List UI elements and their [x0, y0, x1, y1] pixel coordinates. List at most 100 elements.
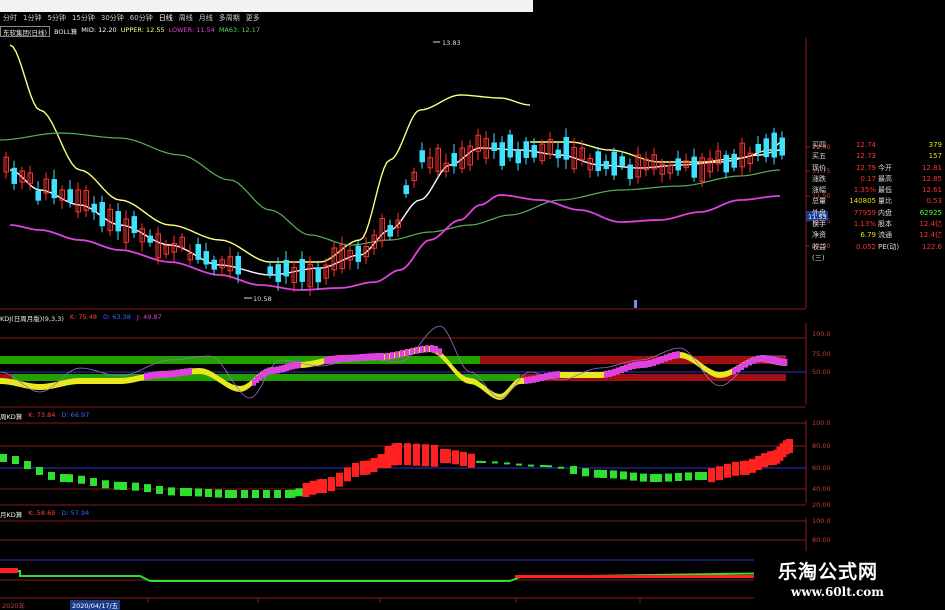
weekly-kd-bar	[468, 453, 475, 468]
quote-key: 买五	[812, 152, 826, 161]
quote-row: 总量 140805 量比 0.53	[809, 196, 945, 207]
weekly-kd-bar	[241, 490, 248, 498]
kdj-magenta-segment	[528, 376, 532, 384]
weekly-kd-bar	[620, 471, 627, 480]
weekly-kd-bar	[78, 475, 85, 484]
kdj-magenta-segment	[612, 368, 616, 376]
candle-body	[451, 153, 457, 167]
kdj-magenta-segment	[390, 352, 394, 360]
kdj-magenta-segment	[652, 358, 656, 366]
weekly-kd-bar	[132, 482, 139, 491]
weekly-kd-bar	[336, 472, 343, 487]
candle-body	[35, 190, 41, 201]
weekly-kd-bar	[195, 488, 202, 497]
quote-value: 12.74	[855, 141, 876, 149]
quote-key-2	[876, 140, 902, 151]
quote-panel: 买四 12.74 379 买五 12.73 157 现价 12.79 今开 12.81 涨跌 0.17…	[809, 140, 945, 262]
quote-value-2: 62925	[919, 208, 942, 217]
weekly-kd-bar	[90, 478, 97, 486]
volume-marker	[634, 300, 637, 308]
weekly-kd-bar	[102, 480, 109, 489]
weekly-kd-bar	[431, 444, 438, 467]
candle-body	[755, 144, 761, 153]
weekly-kd-bar	[700, 472, 707, 480]
kdj-magenta-segment	[438, 348, 442, 356]
quote-key: 外盘	[812, 208, 826, 217]
candle-body	[611, 151, 617, 176]
watermark-title: 乐淘公式网	[778, 561, 879, 583]
weekly-d-value: D: 66.97	[61, 411, 90, 419]
weekly-kd-bar	[344, 467, 351, 482]
quote-key-2: 最低	[878, 186, 892, 195]
kdj-magenta-segment	[536, 374, 540, 382]
kdj-magenta-segment	[644, 360, 648, 368]
weekly-kd-bar	[328, 477, 335, 492]
candle-body	[131, 216, 137, 234]
candle-body	[595, 151, 601, 172]
quote-row: 收益(三) 0.052 PE(动) 122.6	[809, 242, 945, 262]
weekly-kd-bar	[444, 449, 451, 464]
weekly-indicator-name[interactable]: 周KD算	[0, 411, 22, 421]
quote-row: 外盘 77959 内盘 62925	[809, 208, 945, 219]
weekly-kd-bar	[724, 463, 731, 478]
candle-body	[67, 189, 73, 203]
kdj-magenta-segment	[405, 349, 409, 356]
candle-body	[779, 137, 785, 156]
weekly-kd-bar	[404, 443, 411, 466]
weekly-kd-bar	[144, 484, 151, 493]
kdj-magenta-segment	[144, 373, 148, 381]
kdj-magenta-segment	[172, 370, 176, 378]
quote-row: 现价 12.79 今开 12.81	[809, 163, 945, 174]
weekly-tick-label: 80.00	[812, 442, 831, 450]
weekly-kd-bar	[274, 490, 281, 498]
weekly-kd-bar	[384, 446, 392, 469]
kdj-magenta-segment	[368, 353, 372, 361]
kdj-magenta-segment	[168, 370, 172, 378]
quote-row: 净资 6.79 流通 12.4亿	[809, 230, 945, 241]
kdj-magenta-segment	[156, 371, 160, 379]
weekly-kd-bar	[309, 480, 317, 495]
kdj-panel-label: KDJ(日周月版)(9,3,3) K: 75.48 D: 63.38 J: 49…	[0, 313, 168, 323]
weekly-kd-bar	[582, 468, 589, 477]
kdj-magenta-segment	[430, 345, 434, 352]
quote-key-2: 量比	[878, 197, 892, 206]
kdj-magenta-segment	[620, 366, 624, 373]
candle-body	[275, 264, 281, 282]
quote-value: 12.73	[855, 152, 876, 161]
candle-body	[267, 266, 273, 275]
kdj-magenta-segment	[188, 367, 192, 375]
chart-canvas[interactable]: 12.0011.7511.5011.2511.0011.53100.075.00…	[0, 0, 945, 609]
candle-body	[403, 185, 409, 195]
quote-key: 涨幅	[812, 186, 826, 195]
monthly-d-value: D: 57.94	[61, 509, 90, 517]
weekly-kd-bar	[732, 461, 739, 476]
monthly-kd-bar	[515, 575, 786, 578]
quote-value-2: 12.61	[921, 186, 942, 195]
weekly-tick-label: 40.00	[812, 485, 831, 493]
weekly-kd-bar	[594, 469, 601, 478]
kdj-magenta-segment	[668, 353, 672, 361]
candle-body	[195, 243, 201, 260]
candle-body	[315, 267, 321, 283]
kdj-magenta-segment	[184, 368, 188, 376]
quote-value-2: 379	[928, 141, 942, 149]
kdj-indicator-name[interactable]: KDJ(日周月版)(9,3,3)	[0, 313, 64, 323]
quote-value-2: 122.6	[921, 242, 942, 251]
kdj-magenta-segment	[616, 367, 620, 375]
kdj-j-value: J: 49.87	[136, 313, 162, 321]
candle-body	[99, 202, 105, 227]
kdj-magenta-segment	[425, 345, 429, 353]
quote-value-2: 12.4亿	[919, 220, 942, 229]
monthly-indicator-name[interactable]: 月KD算	[0, 509, 22, 519]
candle-body	[499, 142, 505, 166]
candle-body	[691, 156, 697, 178]
quote-value: 0.17	[860, 174, 876, 183]
kdj-magenta-segment	[648, 359, 652, 367]
quote-key-2: 最高	[878, 174, 892, 183]
kdj-magenta-segment	[328, 356, 332, 364]
weekly-kd-bar	[749, 458, 756, 473]
candle-body	[235, 255, 241, 275]
candle-body	[147, 235, 153, 243]
weekly-kd-bar	[610, 470, 617, 479]
kdj-magenta-segment	[632, 362, 636, 370]
